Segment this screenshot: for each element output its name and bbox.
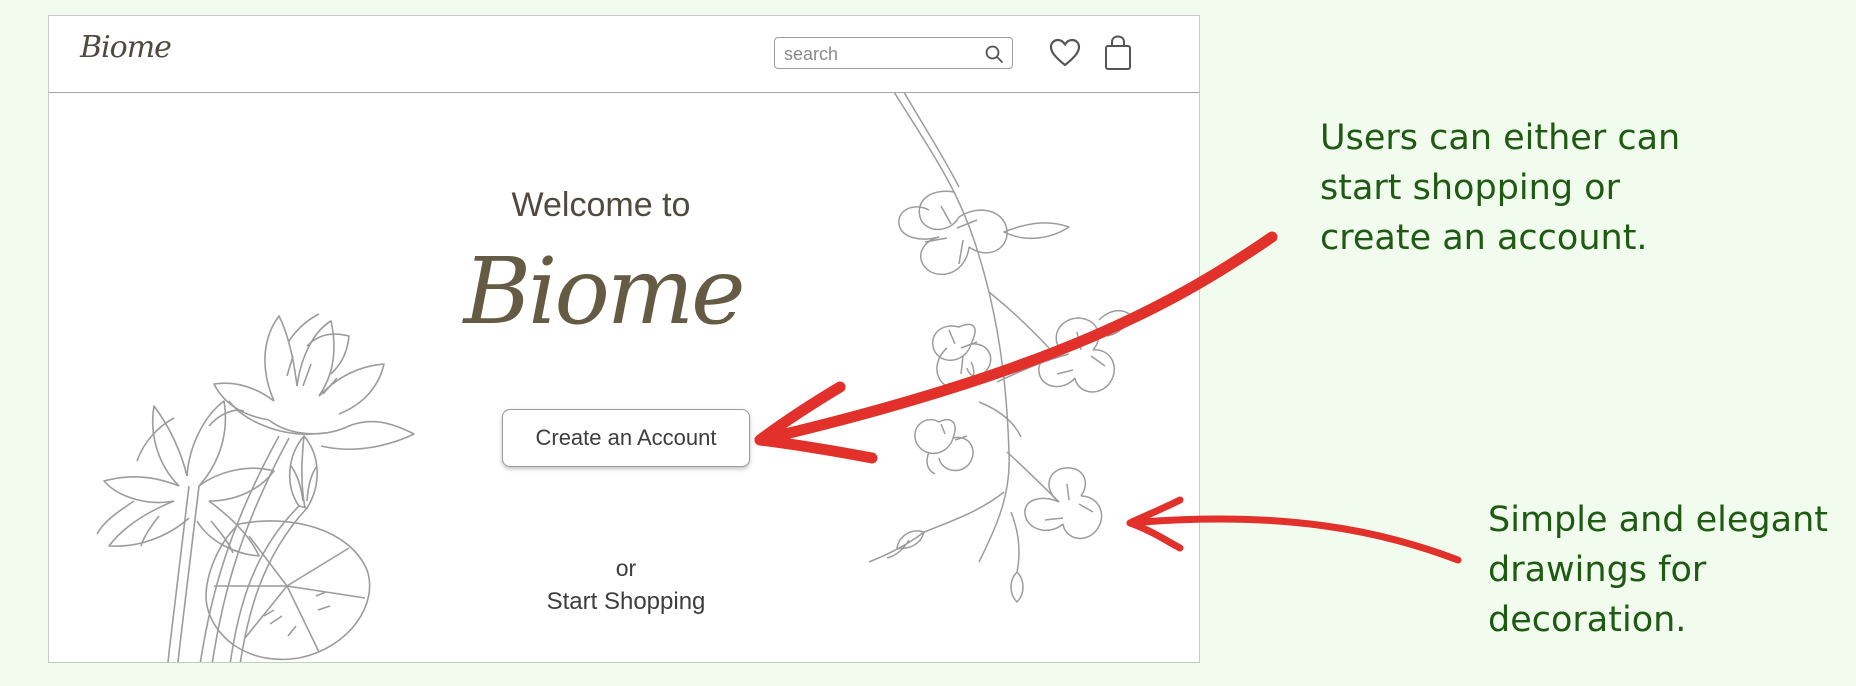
annotation-line: Users can either can <box>1320 118 1681 158</box>
brand-title: Biome <box>463 238 745 345</box>
start-shopping-link[interactable]: Start Shopping <box>502 588 750 616</box>
annotation-account-options: Users can either can start shopping or c… <box>1320 113 1800 263</box>
search-icon[interactable] <box>984 44 1004 68</box>
navbar: Biome search <box>49 16 1199 93</box>
annotation-line: decoration. <box>1488 600 1687 640</box>
annotation-line: drawings for <box>1488 550 1707 590</box>
annotation-line: Simple and elegant <box>1488 500 1828 540</box>
annotation-line: create an account. <box>1320 218 1648 258</box>
annotation-line: start shopping or <box>1320 168 1620 208</box>
search-input[interactable]: search <box>784 44 838 65</box>
search-bar[interactable]: search <box>774 37 1013 69</box>
annotation-decoration: Simple and elegant drawings for decorati… <box>1488 495 1848 645</box>
welcome-heading: Welcome to <box>511 186 691 224</box>
website-mockup: Biome search Welcome to Biome Create an … <box>48 15 1200 663</box>
or-divider-text: or <box>615 555 637 581</box>
shopping-bag-icon[interactable] <box>1103 35 1133 75</box>
flower-branch-drawing <box>868 92 1130 603</box>
site-logo[interactable]: Biome <box>80 30 172 65</box>
heart-icon[interactable] <box>1049 38 1081 72</box>
create-account-button[interactable]: Create an Account <box>502 409 750 467</box>
